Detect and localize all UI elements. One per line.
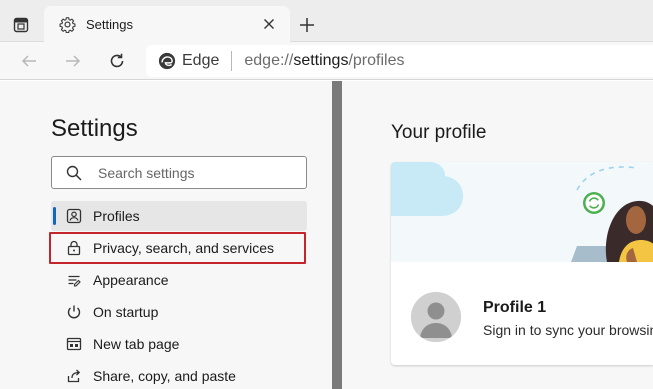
- share-icon: [65, 367, 83, 385]
- address-bar[interactable]: Edge edge://settings/profiles: [146, 45, 653, 77]
- forward-arrow-icon: [66, 55, 81, 67]
- back-button[interactable]: [16, 48, 42, 74]
- tab-strip: Settings: [0, 0, 653, 42]
- sidebar-item-label: Share, copy, and paste: [93, 368, 236, 384]
- site-identity-label: Edge: [182, 52, 220, 69]
- page-title: Your profile: [391, 122, 487, 143]
- lock-icon: [65, 239, 83, 257]
- search-icon: [66, 165, 82, 181]
- tab-title: Settings: [86, 16, 133, 32]
- gear-icon: [58, 15, 76, 33]
- sidebar-item-profiles[interactable]: Profiles: [51, 201, 307, 231]
- sidebar-item-label: On startup: [93, 304, 159, 320]
- profile-sync-text: Sign in to sync your browsing data: [483, 322, 653, 338]
- profile-name: Profile 1: [483, 299, 547, 316]
- refresh-button[interactable]: [104, 48, 130, 74]
- profile-icon: [65, 207, 83, 225]
- edge-logo-icon: [158, 52, 176, 70]
- address-separator: [231, 51, 233, 71]
- tab-actions-icon[interactable]: [8, 12, 34, 38]
- sidebar-item-privacy[interactable]: Privacy, search, and services: [49, 232, 306, 264]
- search-box[interactable]: [51, 156, 307, 189]
- back-arrow-icon: [21, 55, 36, 67]
- sidebar-item-on-startup[interactable]: On startup: [51, 297, 307, 327]
- settings-sidebar: Settings Profiles Privacy, search, and s…: [0, 81, 332, 389]
- sidebar-scrollbar-thumb[interactable]: [332, 81, 342, 389]
- sidebar-item-label: Profiles: [93, 208, 140, 224]
- avatar[interactable]: [411, 292, 461, 342]
- sidebar-item-label: Appearance: [93, 272, 169, 288]
- tab-settings[interactable]: Settings: [44, 6, 290, 42]
- settings-title: Settings: [51, 115, 138, 142]
- appearance-icon: [65, 271, 83, 289]
- search-input[interactable]: [98, 164, 278, 181]
- forward-button[interactable]: [60, 48, 86, 74]
- sidebar-item-appearance[interactable]: Appearance: [51, 265, 307, 295]
- sidebar-item-label: Privacy, search, and services: [93, 240, 275, 256]
- profiles-content: Your profile Profile 1 Sign in to sync y…: [342, 81, 653, 389]
- plus-icon: [300, 18, 314, 32]
- new-tab-button[interactable]: [294, 12, 320, 38]
- url-text: edge://settings/profiles: [244, 52, 405, 69]
- sidebar-item-label: New tab page: [93, 336, 180, 352]
- profile-card: Profile 1 Sign in to sync your browsing …: [391, 162, 653, 365]
- sidebar-item-share-copy-paste[interactable]: Share, copy, and paste: [51, 361, 307, 389]
- new-tab-page-icon: [65, 335, 83, 353]
- refresh-icon: [110, 53, 124, 68]
- power-icon: [65, 303, 83, 321]
- close-icon[interactable]: [256, 11, 282, 37]
- sidebar-item-new-tab-page[interactable]: New tab page: [51, 329, 307, 359]
- profile-banner-illustration: [391, 162, 653, 262]
- toolbar: Edge edge://settings/profiles: [0, 42, 653, 80]
